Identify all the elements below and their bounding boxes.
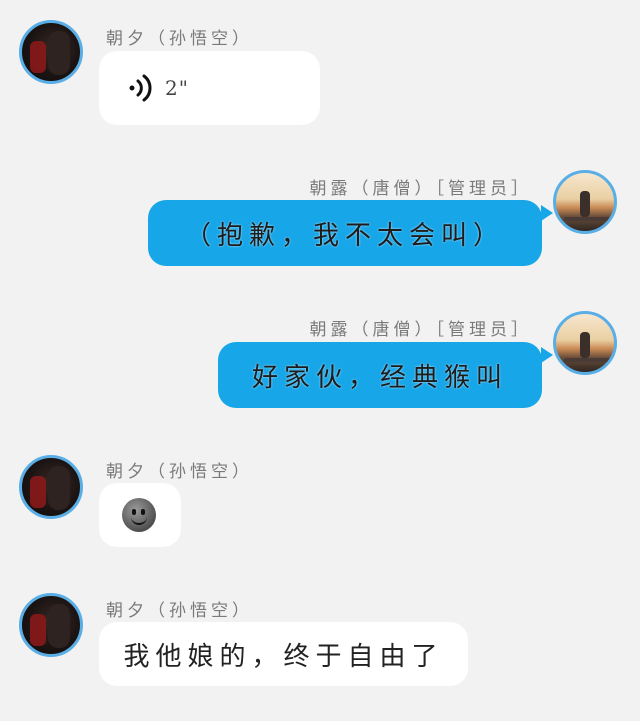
sender-name: 朝夕（孙悟空）	[106, 601, 253, 621]
emoji-message-bubble[interactable]	[99, 483, 181, 547]
voice-message-bubble[interactable]: 2"	[99, 51, 320, 125]
avatar[interactable]	[19, 20, 83, 84]
message-text: 好家伙，经典猴叫	[251, 362, 508, 393]
message-bubble[interactable]: 好家伙，经典猴叫	[218, 342, 542, 408]
avatar[interactable]	[19, 593, 83, 657]
bubble-tail	[541, 205, 553, 221]
sender-name: 朝夕（孙悟空）	[106, 29, 253, 49]
avatar[interactable]	[553, 170, 617, 234]
smiling-face-icon	[122, 498, 156, 532]
avatar[interactable]	[553, 311, 617, 375]
sender-name: 朝露（唐僧）［管理员］	[309, 320, 532, 340]
message-bubble[interactable]: 我他娘的，终于自由了	[99, 622, 468, 686]
message-bubble[interactable]: （抱歉，我不太会叫）	[148, 200, 542, 266]
voice-duration: 2"	[165, 76, 189, 100]
sender-name: 朝夕（孙悟空）	[106, 462, 253, 482]
avatar[interactable]	[19, 455, 83, 519]
sender-name: 朝露（唐僧）［管理员］	[309, 179, 532, 199]
message-text: 我他娘的，终于自由了	[123, 641, 444, 672]
bubble-tail	[541, 347, 553, 363]
voice-wave-icon	[129, 74, 152, 102]
message-text: （抱歉，我不太会叫）	[184, 220, 505, 251]
